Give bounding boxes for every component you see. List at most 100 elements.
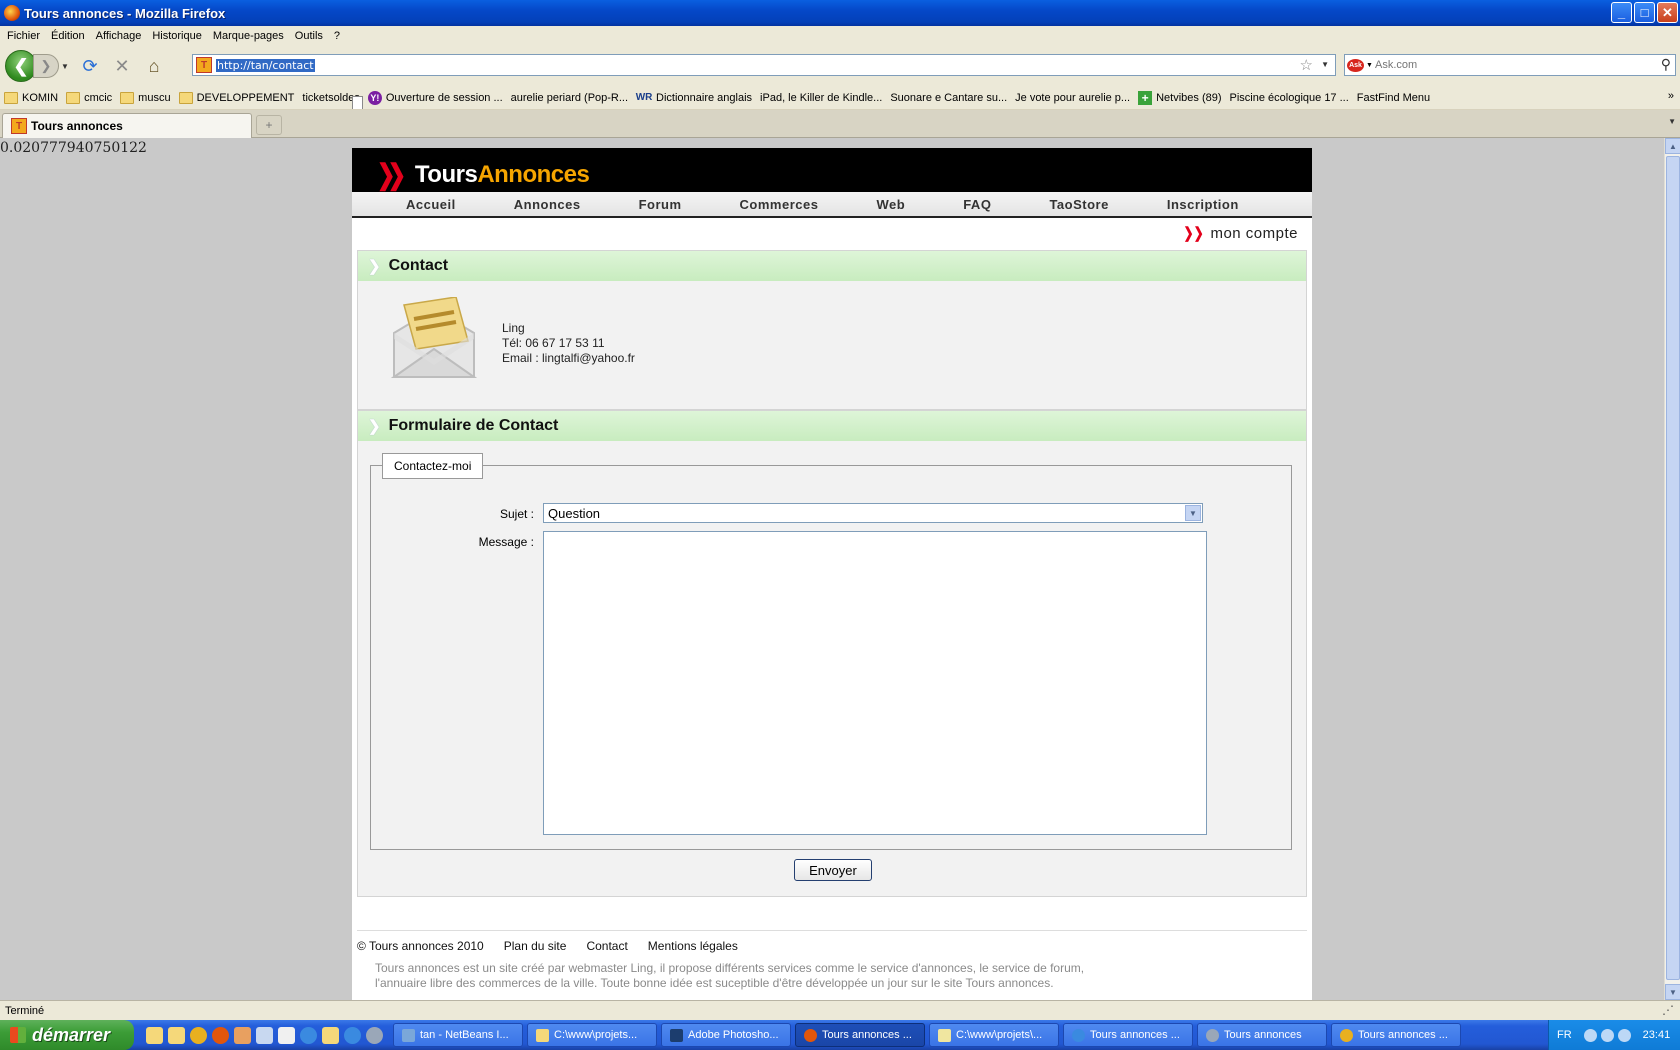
bookmark-fastfind[interactable]: FastFind Menu: [352, 92, 1430, 109]
heading-chevron-icon: ❯: [368, 418, 381, 435]
subject-select[interactable]: Question ▼: [543, 503, 1203, 523]
site-favicon-icon: T: [196, 57, 212, 73]
note-icon[interactable]: [278, 1026, 295, 1044]
ie-icon[interactable]: [344, 1026, 361, 1044]
subject-label: Sujet :: [499, 507, 534, 521]
folder-icon[interactable]: [322, 1026, 339, 1044]
tab-list-dropdown-icon[interactable]: ▼: [1668, 117, 1676, 126]
bookmark-ouverture-session[interactable]: Y! Ouverture de session ...: [367, 90, 503, 105]
search-bar[interactable]: Ask ▼ ⚲: [1344, 54, 1676, 76]
globe-icon[interactable]: [366, 1026, 383, 1044]
maximize-button[interactable]: □: [1634, 2, 1655, 23]
footer-link-plan[interactable]: Plan du site: [504, 939, 567, 953]
ie-icon[interactable]: [300, 1026, 317, 1044]
site-logo[interactable]: ❯❯ Tours Annonces: [374, 158, 590, 191]
contact-phone: Tél: 06 67 17 53 11: [502, 336, 605, 350]
bookmark-aurelie-periard[interactable]: aurelie periard (Pop-R...: [352, 92, 628, 109]
url-bar[interactable]: T http://tan/contact ☆ ▼: [192, 54, 1336, 76]
url-text[interactable]: http://tan/contact: [216, 58, 315, 72]
nav-commerces[interactable]: Commerces: [740, 197, 819, 212]
tool-icon[interactable]: [256, 1026, 273, 1044]
globe-icon: [1206, 1028, 1219, 1042]
minimize-button[interactable]: _: [1611, 2, 1632, 23]
shield-icon[interactable]: [1617, 1028, 1631, 1042]
contact-name: Ling: [502, 321, 525, 335]
netvibes-icon: +: [1138, 90, 1153, 105]
footer-link-contact[interactable]: Contact: [586, 939, 627, 953]
menu-edition[interactable]: Édition: [51, 30, 85, 42]
yahoo-icon: Y!: [367, 90, 382, 105]
bookmark-je-vote[interactable]: Je vote pour aurelie p...: [352, 92, 1130, 109]
url-dropdown-icon[interactable]: ▼: [1321, 60, 1329, 69]
task-ie[interactable]: Tours annonces ...: [1063, 1023, 1193, 1047]
network-icon[interactable]: [1600, 1028, 1614, 1042]
nav-annonces[interactable]: Annonces: [514, 197, 581, 212]
reload-icon[interactable]: ⟳: [77, 53, 103, 79]
site-navigation: Accueil Annonces Forum Commerces Web FAQ…: [352, 192, 1312, 218]
user-icon[interactable]: [234, 1026, 251, 1044]
bookmark-dictionnaire[interactable]: WR Dictionnaire anglais: [636, 91, 752, 105]
search-engine-selector[interactable]: Ask ▼: [1347, 56, 1375, 74]
resize-grip-icon[interactable]: ⋰: [1662, 1003, 1674, 1017]
nav-inscription[interactable]: Inscription: [1167, 197, 1239, 212]
chevron-down-icon[interactable]: ▼: [1185, 505, 1201, 521]
task-chrome[interactable]: Tours annonces ...: [1331, 1023, 1461, 1047]
task-firefox[interactable]: Tours annonces ...: [795, 1023, 925, 1047]
tray-arrow-icon[interactable]: [1583, 1028, 1597, 1042]
bookmark-cmcic[interactable]: cmcic: [66, 91, 112, 104]
nav-accueil[interactable]: Accueil: [406, 197, 456, 212]
folder-icon[interactable]: [146, 1026, 163, 1044]
menu-fichier[interactable]: Fichier: [7, 30, 40, 42]
search-input[interactable]: [1375, 59, 1645, 71]
task-netbeans[interactable]: tan - NetBeans I...: [393, 1023, 523, 1047]
folder-icon[interactable]: [168, 1026, 185, 1044]
system-tray: FR 23:41: [1548, 1020, 1680, 1050]
menu-marque-pages[interactable]: Marque-pages: [213, 30, 284, 42]
nav-web[interactable]: Web: [876, 197, 905, 212]
menu-historique[interactable]: Historique: [152, 30, 202, 42]
scroll-up-icon[interactable]: ▲: [1665, 138, 1680, 154]
stop-icon[interactable]: ✕: [109, 53, 135, 79]
new-tab-button[interactable]: +: [256, 115, 282, 135]
bookmark-komin[interactable]: KOMIN: [4, 91, 58, 104]
bookmarks-overflow-icon[interactable]: »: [1668, 90, 1674, 102]
menu-help[interactable]: ?: [334, 30, 340, 42]
message-textarea[interactable]: [543, 531, 1207, 835]
home-icon[interactable]: ⌂: [141, 53, 167, 79]
nav-taostore[interactable]: TaoStore: [1049, 197, 1108, 212]
nav-forum[interactable]: Forum: [639, 197, 682, 212]
nav-faq[interactable]: FAQ: [963, 197, 991, 212]
bookmark-muscu[interactable]: muscu: [120, 91, 171, 104]
close-button[interactable]: ✕: [1657, 2, 1678, 23]
vertical-scrollbar[interactable]: ▲ ▼: [1664, 138, 1680, 1000]
tab-tours-annonces[interactable]: T Tours annonces: [2, 113, 252, 138]
task-explorer-1[interactable]: C:\www\projets...: [527, 1023, 657, 1047]
account-link[interactable]: ❯❯ mon compte: [1181, 224, 1298, 243]
task-browser[interactable]: Tours annonces: [1197, 1023, 1327, 1047]
bookmark-piscine[interactable]: Piscine écologique 17 ...: [352, 92, 1349, 109]
start-button[interactable]: démarrer: [0, 1020, 134, 1050]
bookmark-suonare[interactable]: Suonare e Cantare su...: [352, 92, 1007, 109]
chrome-icon[interactable]: [190, 1026, 207, 1044]
star-icon[interactable]: ☆: [1300, 56, 1313, 74]
footer-link-mentions[interactable]: Mentions légales: [648, 939, 738, 953]
taskbar: démarrer tan - NetBeans I... C:\www\proj…: [0, 1020, 1680, 1050]
magnifier-icon[interactable]: ⚲: [1661, 56, 1671, 73]
menu-affichage[interactable]: Affichage: [96, 30, 142, 42]
folder-icon: [66, 91, 81, 104]
folder-icon: [120, 91, 135, 104]
task-notepad[interactable]: C:\www\projets\...: [929, 1023, 1059, 1047]
history-dropdown-icon[interactable]: ▼: [59, 62, 71, 71]
bookmark-developpement[interactable]: DEVELOPPEMENT: [178, 91, 294, 104]
scrollbar-thumb[interactable]: [1666, 156, 1680, 980]
bookmark-ipad[interactable]: iPad, le Killer de Kindle...: [352, 92, 882, 109]
scroll-down-icon[interactable]: ▼: [1665, 984, 1680, 1000]
language-indicator[interactable]: FR: [1557, 1029, 1572, 1041]
bookmark-netvibes[interactable]: + Netvibes (89): [1138, 90, 1222, 105]
tab-favicon-icon: T: [11, 118, 27, 134]
menu-outils[interactable]: Outils: [295, 30, 323, 42]
task-photoshop[interactable]: Adobe Photosho...: [661, 1023, 791, 1047]
forward-icon[interactable]: ❯: [33, 54, 59, 78]
firefox-icon[interactable]: [212, 1026, 229, 1044]
send-button[interactable]: Envoyer: [794, 859, 872, 881]
